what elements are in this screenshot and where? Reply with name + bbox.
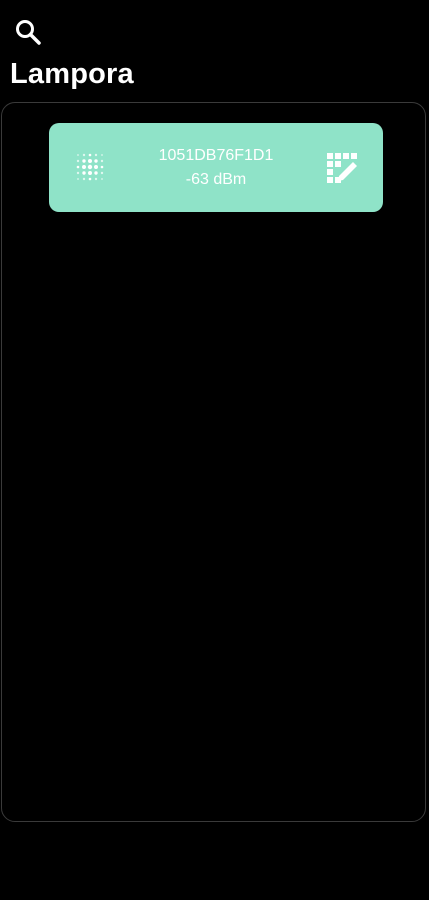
device-card[interactable]: 1051DB76F1D1 -63 dBm (49, 123, 383, 212)
device-id: 1051DB76F1D1 (158, 147, 274, 164)
search-icon (16, 20, 41, 45)
device-info: 1051DB76F1D1 -63 dBm (119, 144, 313, 192)
search-button[interactable] (12, 16, 44, 48)
device-signal: -63 dBm (185, 171, 247, 188)
edit-device-button[interactable] (325, 151, 359, 185)
app-title: Lampora (10, 58, 134, 90)
grid-edit-icon (327, 153, 357, 183)
dot-matrix-icon (76, 153, 104, 181)
device-list-panel: 1051DB76F1D1 -63 dBm (1, 102, 426, 822)
